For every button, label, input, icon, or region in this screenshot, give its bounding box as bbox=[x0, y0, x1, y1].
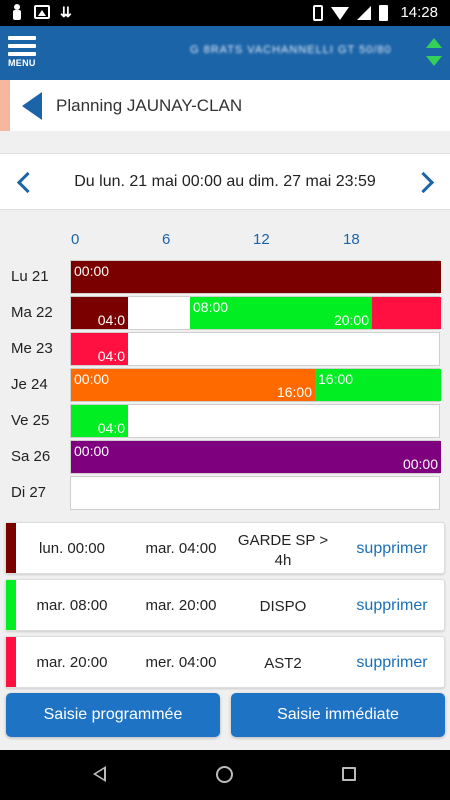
week-navigation: Du lun. 21 mai 00:00 au dim. 27 mai 23:5… bbox=[0, 153, 450, 210]
app-bar-title: G 8RATS VACHANNELLI GT 50/80 bbox=[190, 44, 392, 56]
day-row[interactable]: 04:0 bbox=[70, 332, 440, 366]
day-label: Sa 26 bbox=[11, 448, 51, 465]
block-start-label: 08:00 bbox=[193, 299, 229, 315]
day-label: Ma 22 bbox=[11, 304, 53, 321]
planning-block[interactable]: 00:00 16:00 bbox=[71, 369, 315, 401]
delete-link[interactable]: supprimer bbox=[338, 540, 446, 558]
event-type: GARDE SP > 4h bbox=[228, 531, 338, 571]
day-row[interactable]: 04:0 08:00 20:00 bbox=[70, 296, 441, 330]
signal-icon bbox=[357, 5, 372, 20]
wifi-icon bbox=[331, 7, 350, 20]
app-bar: MENU G 8RATS VACHANNELLI GT 50/80 bbox=[0, 26, 450, 80]
event-end: mar. 20:00 bbox=[145, 597, 217, 614]
block-start-label: 00:00 bbox=[74, 263, 110, 279]
planning-block[interactable]: 00:00 00:00 bbox=[71, 441, 441, 473]
day-row[interactable]: 00:00 00:00 bbox=[70, 440, 441, 474]
status-bar: ⇊ 14:28 bbox=[0, 0, 450, 26]
immediate-entry-button[interactable]: Saisie immédiate bbox=[231, 693, 445, 737]
block-end-label: 04:0 bbox=[97, 312, 125, 328]
event-type-line: GARDE SP > bbox=[237, 532, 329, 549]
day-label: Je 24 bbox=[11, 376, 48, 393]
event-color-stripe bbox=[6, 580, 16, 630]
event-type: AST2 bbox=[228, 654, 338, 674]
event-type: DISPO bbox=[228, 597, 338, 617]
hour-label: 0 bbox=[71, 231, 80, 248]
event-end: mar. 04:00 bbox=[145, 540, 217, 557]
scheduled-entry-button[interactable]: Saisie programmée bbox=[6, 693, 220, 737]
hour-label: 18 bbox=[343, 231, 360, 248]
hour-label: 6 bbox=[162, 231, 171, 248]
block-end-label: 04:0 bbox=[97, 420, 125, 436]
back-button[interactable] bbox=[20, 90, 48, 122]
day-row[interactable]: 00:00 bbox=[70, 260, 441, 294]
day-label: Di 27 bbox=[11, 484, 47, 501]
event-type-line: 4h bbox=[274, 552, 292, 569]
home-icon[interactable] bbox=[216, 766, 233, 783]
arrows-updown-icon[interactable] bbox=[426, 38, 442, 68]
arrow-up-icon[interactable] bbox=[426, 38, 442, 48]
back-icon[interactable] bbox=[93, 766, 106, 782]
event-color-stripe bbox=[6, 523, 16, 573]
day-label: Me 23 bbox=[11, 340, 53, 357]
clock: 14:28 bbox=[400, 4, 438, 21]
day-row[interactable]: 00:00 16:00 16:00 bbox=[70, 368, 441, 402]
week-range: Du lun. 21 mai 00:00 au dim. 27 mai 23:5… bbox=[74, 173, 376, 190]
navigation-bar bbox=[0, 750, 450, 800]
planning-block[interactable]: 00:00 bbox=[71, 261, 441, 293]
planning-grid: 0 6 12 18 Lu 21 00:00 Ma 22 04:0 08:00 20:00 Me 23… bbox=[0, 211, 450, 516]
day-label: Lu 21 bbox=[11, 268, 49, 285]
block-start-label: 00:00 bbox=[74, 371, 110, 387]
planning-block[interactable] bbox=[372, 297, 441, 329]
event-type-line: DISPO bbox=[259, 598, 307, 615]
event-item: lun. 00:00 mar. 04:00 GARDE SP > 4h supprime… bbox=[5, 522, 445, 574]
event-item: mar. 08:00 mar. 20:00 DISPO supprimer bbox=[5, 579, 445, 631]
delete-link[interactable]: supprimer bbox=[338, 597, 446, 615]
next-week-icon[interactable] bbox=[416, 172, 436, 192]
event-item: mar. 20:00 mer. 04:00 AST2 supprimer bbox=[5, 636, 445, 688]
event-start: lun. 00:00 bbox=[39, 540, 105, 557]
menu-label: MENU bbox=[8, 58, 36, 68]
block-end-label: 16:00 bbox=[276, 384, 312, 400]
menu-icon bbox=[8, 36, 36, 40]
block-end-label: 00:00 bbox=[402, 456, 438, 472]
block-end-label: 04:0 bbox=[97, 348, 125, 364]
page-title: Planning JAUNAY-CLAN bbox=[56, 96, 243, 115]
arrow-down-icon[interactable] bbox=[426, 56, 442, 66]
header-accent bbox=[0, 80, 10, 131]
recent-apps-icon[interactable] bbox=[342, 767, 356, 781]
delete-link[interactable]: supprimer bbox=[338, 654, 446, 672]
planning-block[interactable]: 04:0 bbox=[71, 405, 128, 437]
day-row[interactable] bbox=[70, 476, 440, 510]
menu-button[interactable]: MENU bbox=[8, 36, 40, 72]
event-type-line: AST2 bbox=[264, 655, 302, 672]
image-icon bbox=[34, 5, 50, 19]
download-icon: ⇊ bbox=[60, 4, 72, 20]
event-color-stripe bbox=[6, 637, 16, 687]
block-end-label: 20:00 bbox=[333, 312, 369, 328]
block-start-label: 00:00 bbox=[74, 443, 110, 459]
block-start-label: 16:00 bbox=[318, 371, 354, 387]
page-header: Planning JAUNAY-CLAN bbox=[0, 80, 450, 131]
planning-block[interactable]: 16:00 bbox=[315, 369, 441, 401]
battery-icon bbox=[379, 4, 389, 21]
planning-block[interactable]: 08:00 20:00 bbox=[190, 297, 372, 329]
hour-label: 12 bbox=[253, 231, 270, 248]
person-icon bbox=[10, 4, 24, 20]
day-row[interactable]: 04:0 bbox=[70, 404, 440, 438]
event-start: mar. 08:00 bbox=[36, 597, 108, 614]
day-label: Ve 25 bbox=[11, 412, 50, 429]
event-start: mar. 20:00 bbox=[36, 654, 108, 671]
planning-block[interactable]: 04:0 bbox=[71, 333, 128, 365]
planning-block[interactable]: 04:0 bbox=[71, 297, 128, 329]
event-end: mer. 04:00 bbox=[145, 654, 217, 671]
vibrate-icon bbox=[313, 4, 324, 21]
